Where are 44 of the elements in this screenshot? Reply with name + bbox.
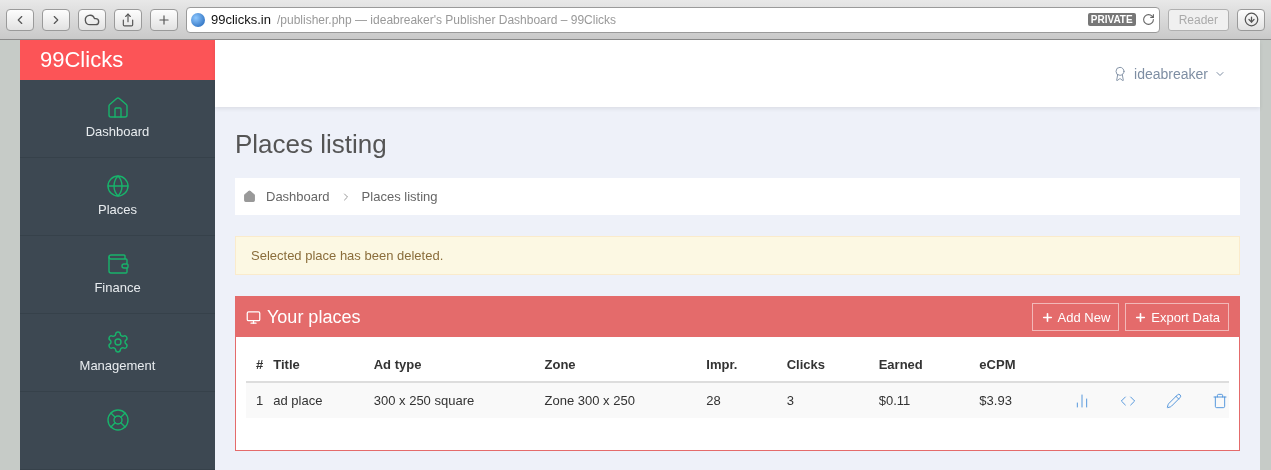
table-cell: $3.93 [969,382,1063,418]
address-bar[interactable]: 99clicks.in /publisher.php — ideabreaker's Publisher Dashboard – 99Clicks PRIVATE [186,6,1160,33]
house-icon [105,96,130,120]
new-tab-button[interactable] [150,8,178,31]
globe-icon [191,12,205,27]
table-cell: 28 [696,382,777,418]
share-button[interactable] [114,8,142,31]
trash-icon[interactable] [1212,392,1228,409]
page-title: Places listing [235,129,388,160]
globe-icon [105,174,130,198]
breadcrumb-item: Places listing [361,189,438,204]
forward-button[interactable] [42,8,70,31]
brand-logo[interactable]: 99Clicks [20,40,215,80]
private-badge: PRIVATE [1087,13,1136,26]
monitor-icon [246,309,261,325]
downloads-button[interactable] [1237,8,1265,31]
reload-icon[interactable] [1141,13,1155,26]
table-cell: ad place [263,382,364,418]
table-cell: Zone 300 x 250 [534,382,697,418]
plus-icon [157,12,171,27]
share-icon [121,12,135,27]
home-icon [243,190,256,203]
url-path: /publisher.php — ideabreaker's Publisher Dashboard – 99Clicks [276,12,618,27]
table-cell: 300 x 250 square [363,382,535,418]
settings-icon [105,330,130,354]
alert-message: Selected place has been deleted. [235,236,1240,275]
wallet-icon [105,252,130,276]
cloud-button[interactable] [78,8,106,31]
panel-title: Your places [267,306,362,328]
bar-chart-icon[interactable] [1074,392,1090,409]
plus-icon [1040,310,1054,324]
download-icon [1243,12,1259,27]
back-button[interactable] [6,8,34,31]
table-cell: $0.11 [868,382,970,418]
url-domain: 99clicks.in [211,12,271,27]
lifebuoy-icon [105,408,130,432]
pencil-icon[interactable] [1166,392,1182,409]
user-menu[interactable]: ideabreaker [1112,65,1226,82]
breadcrumb-item[interactable]: Dashboard [266,189,330,204]
panel-button[interactable]: Export Data [1125,303,1229,331]
plus-icon [1134,310,1148,324]
table-cell: 1 [246,382,264,418]
panel-button[interactable]: Add New [1031,303,1120,331]
table-cell: 3 [776,382,869,418]
